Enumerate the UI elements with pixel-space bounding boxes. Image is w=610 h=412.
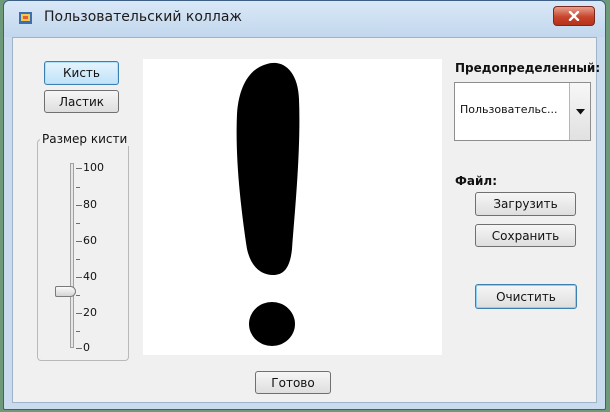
app-icon (19, 12, 32, 24)
drawing-canvas[interactable] (143, 59, 442, 355)
preset-selected-value: Пользовательс... (460, 103, 558, 116)
preset-dropdown-button[interactable] (569, 83, 590, 140)
close-icon (568, 11, 580, 21)
brush-button[interactable]: Кисть (44, 61, 119, 85)
collage-window: Пользовательский коллаж Кисть Ластик Раз… (3, 0, 606, 410)
close-button[interactable] (553, 6, 595, 26)
slider-tick-label: 80 (83, 198, 97, 211)
slider-tick (76, 187, 80, 188)
slider-tick-label: 60 (83, 234, 97, 247)
brush-size-label: Размер кисти (40, 132, 130, 146)
clear-button[interactable]: Очистить (475, 284, 577, 309)
preset-select[interactable]: Пользовательс... (454, 82, 591, 141)
slider-tick-label: 100 (83, 161, 104, 174)
slider-tick (76, 313, 82, 314)
window-title: Пользовательский коллаж (44, 9, 243, 25)
preset-label: Предопределенный: (455, 61, 601, 75)
slider-tick (76, 205, 82, 206)
slider-tick (76, 348, 82, 349)
eraser-button[interactable]: Ластик (44, 90, 119, 113)
slider-tick (76, 331, 80, 332)
slider-tick-label: 0 (83, 341, 90, 354)
slider-tick-label: 20 (83, 306, 97, 319)
slider-tick (76, 241, 82, 242)
save-button[interactable]: Сохранить (475, 224, 576, 247)
title-bar[interactable]: Пользовательский коллаж (4, 1, 605, 37)
slider-tick (76, 223, 80, 224)
brush-size-slider[interactable] (70, 163, 74, 348)
slider-tick-label: 40 (83, 270, 97, 283)
slider-tick (76, 277, 82, 278)
slider-tick (76, 168, 82, 169)
done-button[interactable]: Готово (255, 371, 331, 394)
file-label: Файл: (455, 174, 497, 188)
load-button[interactable]: Загрузить (475, 192, 576, 216)
slider-tick (76, 295, 80, 296)
dialog-client-area: Кисть Ластик Размер кисти 100 80 60 40 2… (12, 37, 601, 403)
chevron-down-icon (575, 108, 585, 114)
brush-stroke-drawing (236, 62, 300, 346)
brush-size-slider-thumb[interactable] (55, 286, 76, 297)
slider-tick (76, 259, 80, 260)
